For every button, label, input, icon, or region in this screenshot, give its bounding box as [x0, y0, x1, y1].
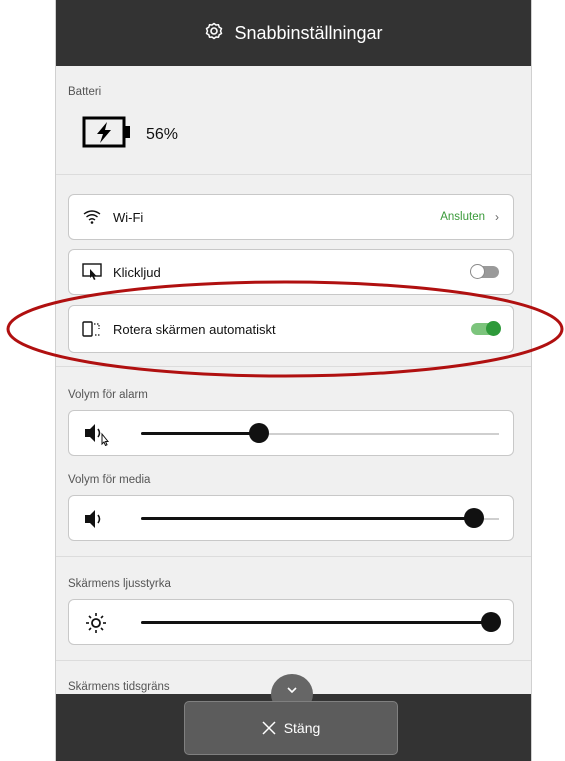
- page-title: Snabbinställningar: [234, 22, 383, 43]
- brightness-icon: [85, 612, 107, 639]
- click-sound-setting[interactable]: Klickljud: [68, 249, 514, 295]
- divider: [56, 174, 531, 175]
- touch-sound-icon: [81, 261, 103, 283]
- gear-icon: [204, 21, 224, 46]
- quick-settings-panel: Snabbinställningar Batteri 56% Wi-Fi Ans…: [55, 0, 532, 761]
- auto-rotate-label: Rotera skärmen automatiskt: [113, 321, 276, 337]
- wifi-label: Wi-Fi: [113, 209, 144, 225]
- brightness-slider[interactable]: [68, 599, 514, 645]
- media-volume-label: Volym för media: [68, 474, 151, 486]
- close-icon: [262, 721, 276, 735]
- wifi-status: Ansluten: [440, 211, 485, 223]
- close-button[interactable]: Stäng: [184, 701, 398, 755]
- alarm-volume-slider[interactable]: [68, 410, 514, 456]
- slider-fill: [141, 621, 489, 624]
- click-sound-label: Klickljud: [113, 264, 161, 280]
- wifi-icon: [81, 206, 103, 228]
- alarm-volume-label: Volym för alarm: [68, 389, 148, 401]
- chevron-right-icon: ›: [495, 210, 499, 224]
- slider-thumb[interactable]: [249, 423, 270, 443]
- auto-rotate-icon: [81, 318, 103, 340]
- wifi-setting[interactable]: Wi-Fi Ansluten ›: [68, 194, 514, 240]
- slider-fill: [141, 432, 260, 435]
- battery-section-label: Batteri: [68, 86, 102, 98]
- brightness-label: Skärmens ljusstyrka: [68, 578, 171, 590]
- auto-rotate-setting[interactable]: Rotera skärmen automatiskt: [68, 305, 514, 353]
- chevron-down-icon: [287, 680, 297, 698]
- close-label: Stäng: [283, 720, 321, 736]
- divider: [56, 660, 531, 661]
- screen-timeout-label: Skärmens tidsgräns: [68, 681, 170, 693]
- auto-rotate-toggle[interactable]: [471, 321, 501, 336]
- media-volume-slider[interactable]: [68, 495, 514, 541]
- volume-icon: [83, 508, 105, 535]
- slider-fill: [141, 517, 474, 520]
- divider: [56, 366, 531, 367]
- slider-thumb[interactable]: [463, 508, 484, 528]
- battery-status: 56%: [82, 116, 178, 153]
- header-bar: Snabbinställningar: [56, 0, 531, 66]
- divider: [56, 556, 531, 557]
- alarm-volume-icon: [83, 422, 111, 451]
- slider-thumb[interactable]: [481, 612, 501, 632]
- battery-percent: 56%: [146, 125, 179, 143]
- click-sound-toggle[interactable]: [470, 264, 499, 279]
- battery-charging-icon: [82, 116, 132, 153]
